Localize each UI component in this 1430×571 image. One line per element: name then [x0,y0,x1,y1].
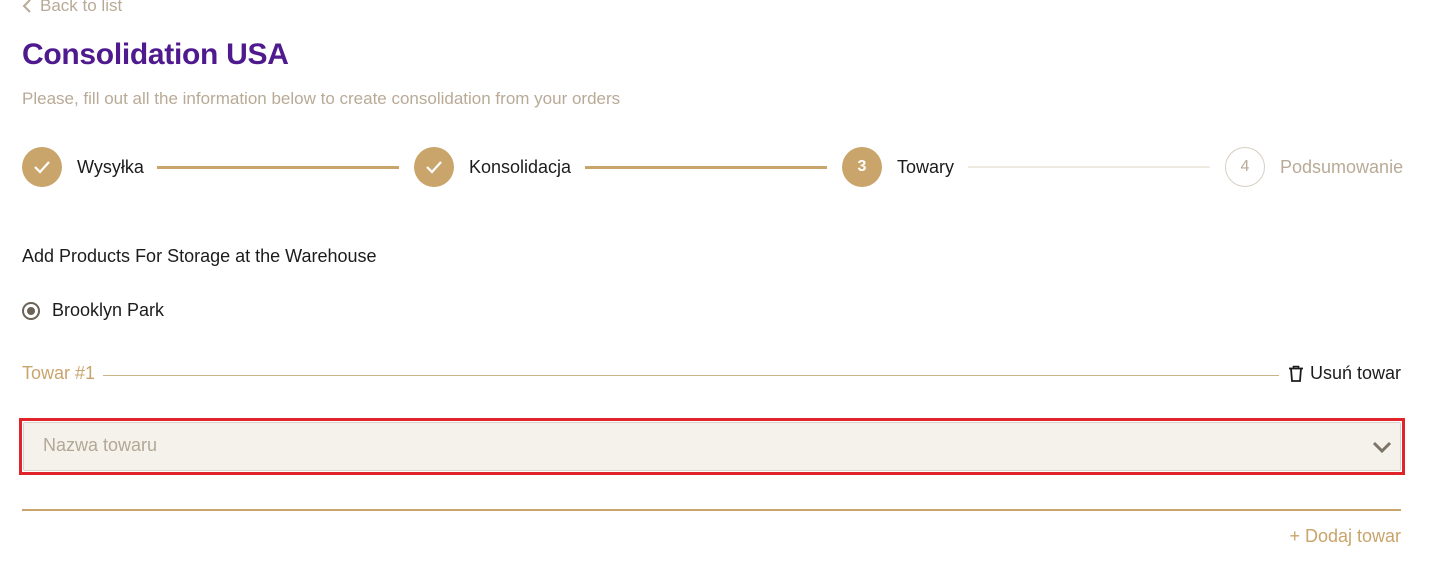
page-subtitle: Please, fill out all the information bel… [22,89,621,108]
step-number: 4 [1225,147,1265,187]
trash-icon [1288,365,1303,382]
step-label: Podsumowanie [1280,156,1404,177]
item-divider [103,375,1279,376]
back-to-list-link[interactable]: Back to list [22,0,122,16]
radio-selected-icon [22,301,40,320]
stepper-connector-1 [157,166,399,169]
add-item-button[interactable]: + Dodaj towar [1289,526,1401,547]
check-icon [414,147,454,187]
product-name-placeholder: Nazwa towaru [43,435,158,455]
step-number: 3 [842,147,882,187]
chevron-down-icon [1372,441,1392,454]
stepper: Wysyłka Konsolidacja 3 Towary 4 Podsumow… [22,147,1403,187]
page-title: Consolidation USA [22,38,289,71]
items-bottom-divider [22,509,1401,511]
step-label: Towary [897,156,955,177]
step-towary[interactable]: 3 Towary [842,147,954,187]
step-podsumowanie[interactable]: 4 Podsumowanie [1225,147,1403,187]
step-wysylka[interactable]: Wysyłka [22,147,144,187]
item-header: Towar #1 Usuń towar [22,363,1401,387]
warehouse-radio-brooklyn-park[interactable]: Brooklyn Park [22,300,164,321]
step-label: Wysyłka [77,156,144,177]
remove-item-button[interactable]: Usuń towar [1288,363,1401,384]
stepper-connector-3 [968,166,1210,168]
item-title: Towar #1 [22,363,96,383]
warehouse-option-label: Brooklyn Park [52,300,165,320]
step-label: Konsolidacja [469,156,572,177]
back-label: Back to list [40,0,123,15]
stepper-connector-2 [585,166,827,169]
step-konsolidacja[interactable]: Konsolidacja [414,147,571,187]
remove-item-label: Usuń towar [1309,363,1401,383]
storage-section-title: Add Products For Storage at the Warehous… [22,246,377,266]
chevron-left-icon [22,0,31,13]
check-icon [22,147,62,187]
product-name-select[interactable]: Nazwa towaru [23,422,1401,471]
